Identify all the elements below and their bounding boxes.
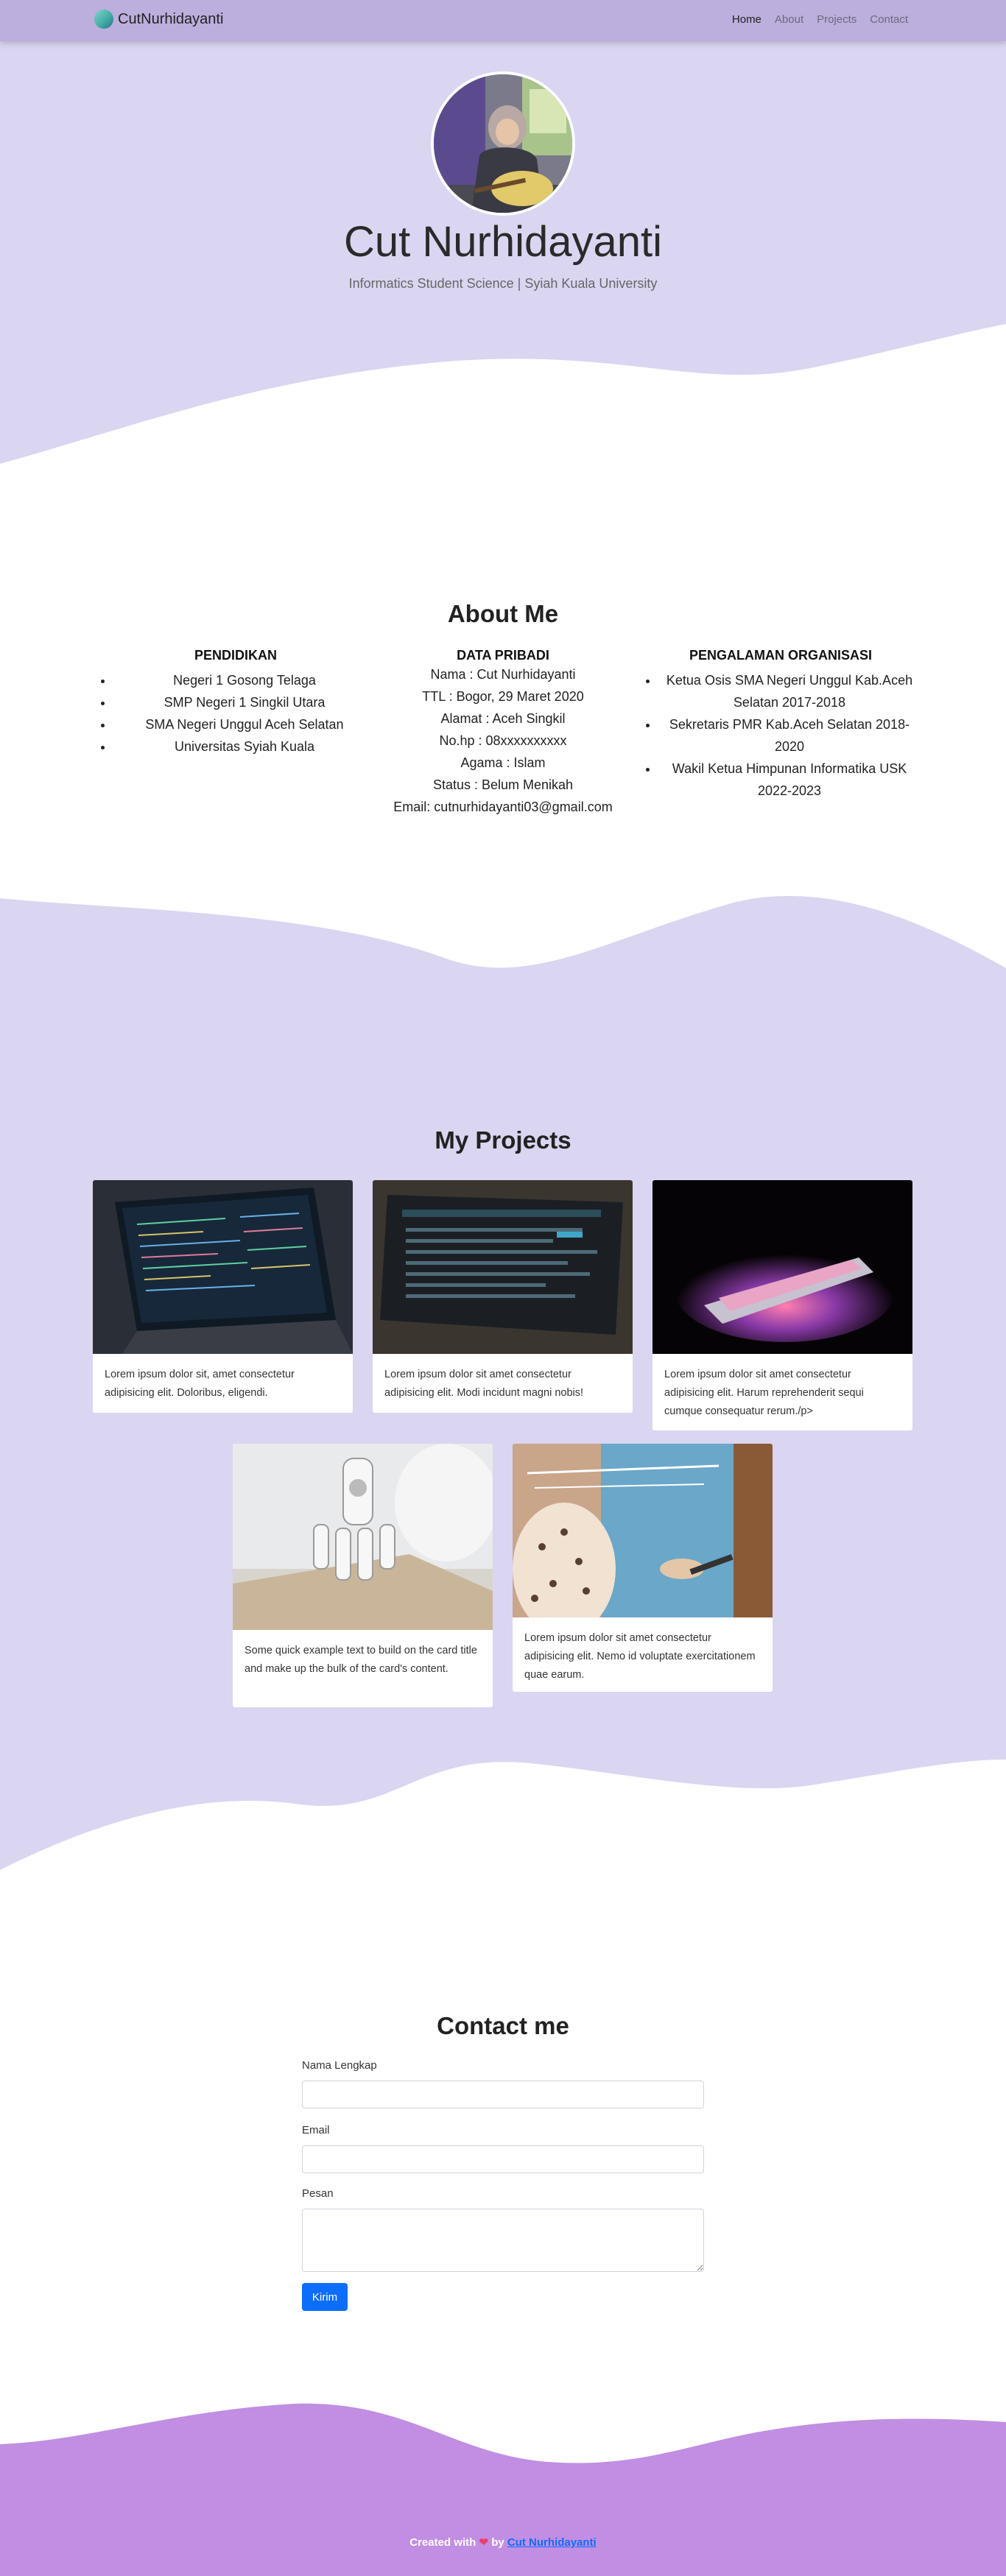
data-pribadi-line: Status : Belum Menikah	[432, 777, 574, 792]
terminal-screen-image	[373, 1180, 633, 1354]
data-pribadi-line: Alamat : Aceh Singkil	[440, 711, 566, 726]
data-pribadi-heading: DATA PRIBADI	[457, 648, 549, 663]
list-item: SMP Negeri 1 Singkil Utara	[113, 691, 376, 713]
nav-link-about[interactable]: About	[775, 13, 803, 26]
brand-link[interactable]: CutNurhidayanti	[94, 10, 223, 29]
project-card-text: Some quick example text to build on the …	[245, 1645, 477, 1675]
name-label: Nama Lengkap	[302, 2059, 377, 2072]
footer-wave	[0, 2403, 1006, 2576]
brand-logo-icon	[94, 10, 113, 29]
data-pribadi-line: Email: cutnurhidayanti03@gmail.com	[393, 800, 613, 814]
message-label: Pesan	[302, 2187, 334, 2200]
message-textarea[interactable]	[302, 2209, 704, 2272]
data-pribadi-line: TTL : Bogor, 29 Maret 2020	[422, 689, 584, 704]
data-pribadi-line: Agama : Islam	[460, 755, 546, 770]
brand-name: CutNurhidayanti	[118, 10, 224, 27]
organisasi-heading: PENGALAMAN ORGANISASI	[689, 648, 872, 663]
data-pribadi-column: DATA PRIBADI Nama : Cut Nurhidayanti TTL…	[363, 648, 643, 818]
projects-bottom-wave	[0, 1745, 1006, 1870]
list-item: Universitas Syiah Kuala	[113, 735, 376, 758]
project-card-text: Lorem ipsum dolor sit amet consectetur a…	[384, 1369, 584, 1399]
email-label: Email	[302, 2124, 330, 2136]
project-card-text: Lorem ipsum dolor sit, amet consectetur …	[105, 1369, 295, 1399]
about-title: About Me	[447, 600, 559, 627]
hero-subtitle: Informatics Student Science | Syiah Kual…	[348, 276, 658, 291]
project-card-text: Lorem ipsum dolor sit amet consectetur a…	[664, 1369, 864, 1417]
pendidikan-heading: PENDIDIKAN	[194, 648, 277, 663]
glowing-laptop-image	[653, 1180, 912, 1354]
footer-credit: Created with ❤ by Cut Nurhidayanti	[0, 2536, 1006, 2549]
list-item: SMA Negeri Unggul Aceh Selatan	[113, 713, 376, 735]
nav-menu: Home About Projects Contact	[719, 13, 908, 26]
project-card[interactable]: Lorem ipsum dolor sit amet consectetur a…	[653, 1180, 912, 1430]
project-card[interactable]: Lorem ipsum dolor sit amet consectetur a…	[513, 1444, 773, 1692]
person-writing-glass-image	[513, 1444, 773, 1635]
submit-button[interactable]: Kirim	[302, 2283, 348, 2311]
list-item: Negeri 1 Gosong Telaga	[113, 669, 376, 691]
laptop-code-image	[93, 1180, 353, 1354]
nav-link-home[interactable]: Home	[732, 13, 761, 26]
organisasi-list: Ketua Osis SMA Negeri Unggul Kab.Aceh Se…	[641, 669, 921, 802]
projects-top-wave	[0, 896, 1006, 983]
email-input[interactable]	[302, 2145, 704, 2173]
hero-name: Cut Nurhidayanti	[344, 218, 662, 266]
project-card[interactable]: Lorem ipsum dolor sit, amet consectetur …	[93, 1180, 353, 1413]
data-pribadi-line: No.hp : 08xxxxxxxxxx	[439, 733, 567, 748]
name-input[interactable]	[302, 2081, 704, 2109]
pendidikan-list: Negeri 1 Gosong Telaga SMP Negeri 1 Sing…	[96, 669, 376, 758]
project-card[interactable]: Some quick example text to build on the …	[233, 1444, 493, 1707]
robot-hand-image	[233, 1444, 493, 1630]
list-item: Wakil Ketua Himpunan Informatika USK 202…	[658, 758, 921, 802]
footer-by: by	[491, 2536, 504, 2549]
navbar: CutNurhidayanti Home About Projects Cont…	[0, 0, 1006, 41]
projects-title: My Projects	[435, 1126, 571, 1154]
profile-avatar	[431, 71, 575, 216]
organisasi-column: PENGALAMAN ORGANISASI Ketua Osis SMA Neg…	[641, 648, 921, 802]
pendidikan-column: PENDIDIKAN Negeri 1 Gosong Telaga SMP Ne…	[96, 648, 376, 758]
author-link[interactable]: Cut Nurhidayanti	[507, 2536, 597, 2549]
data-pribadi-line: Nama : Cut Nurhidayanti	[430, 667, 576, 682]
list-item: Ketua Osis SMA Negeri Unggul Kab.Aceh Se…	[658, 669, 921, 713]
nav-link-projects[interactable]: Projects	[817, 13, 856, 26]
footer-prefix: Created with	[409, 2536, 476, 2549]
project-card-text: Lorem ipsum dolor sit amet consectetur a…	[524, 1632, 756, 1681]
project-card[interactable]: Lorem ipsum dolor sit amet consectetur a…	[373, 1180, 633, 1413]
nav-link-contact[interactable]: Contact	[870, 13, 908, 26]
heart-icon: ❤	[479, 2536, 489, 2549]
list-item: Sekretaris PMR Kab.Aceh Selatan 2018-202…	[658, 713, 921, 758]
contact-title: Contact me	[437, 2012, 569, 2039]
hero-wave-divider	[0, 324, 1006, 486]
